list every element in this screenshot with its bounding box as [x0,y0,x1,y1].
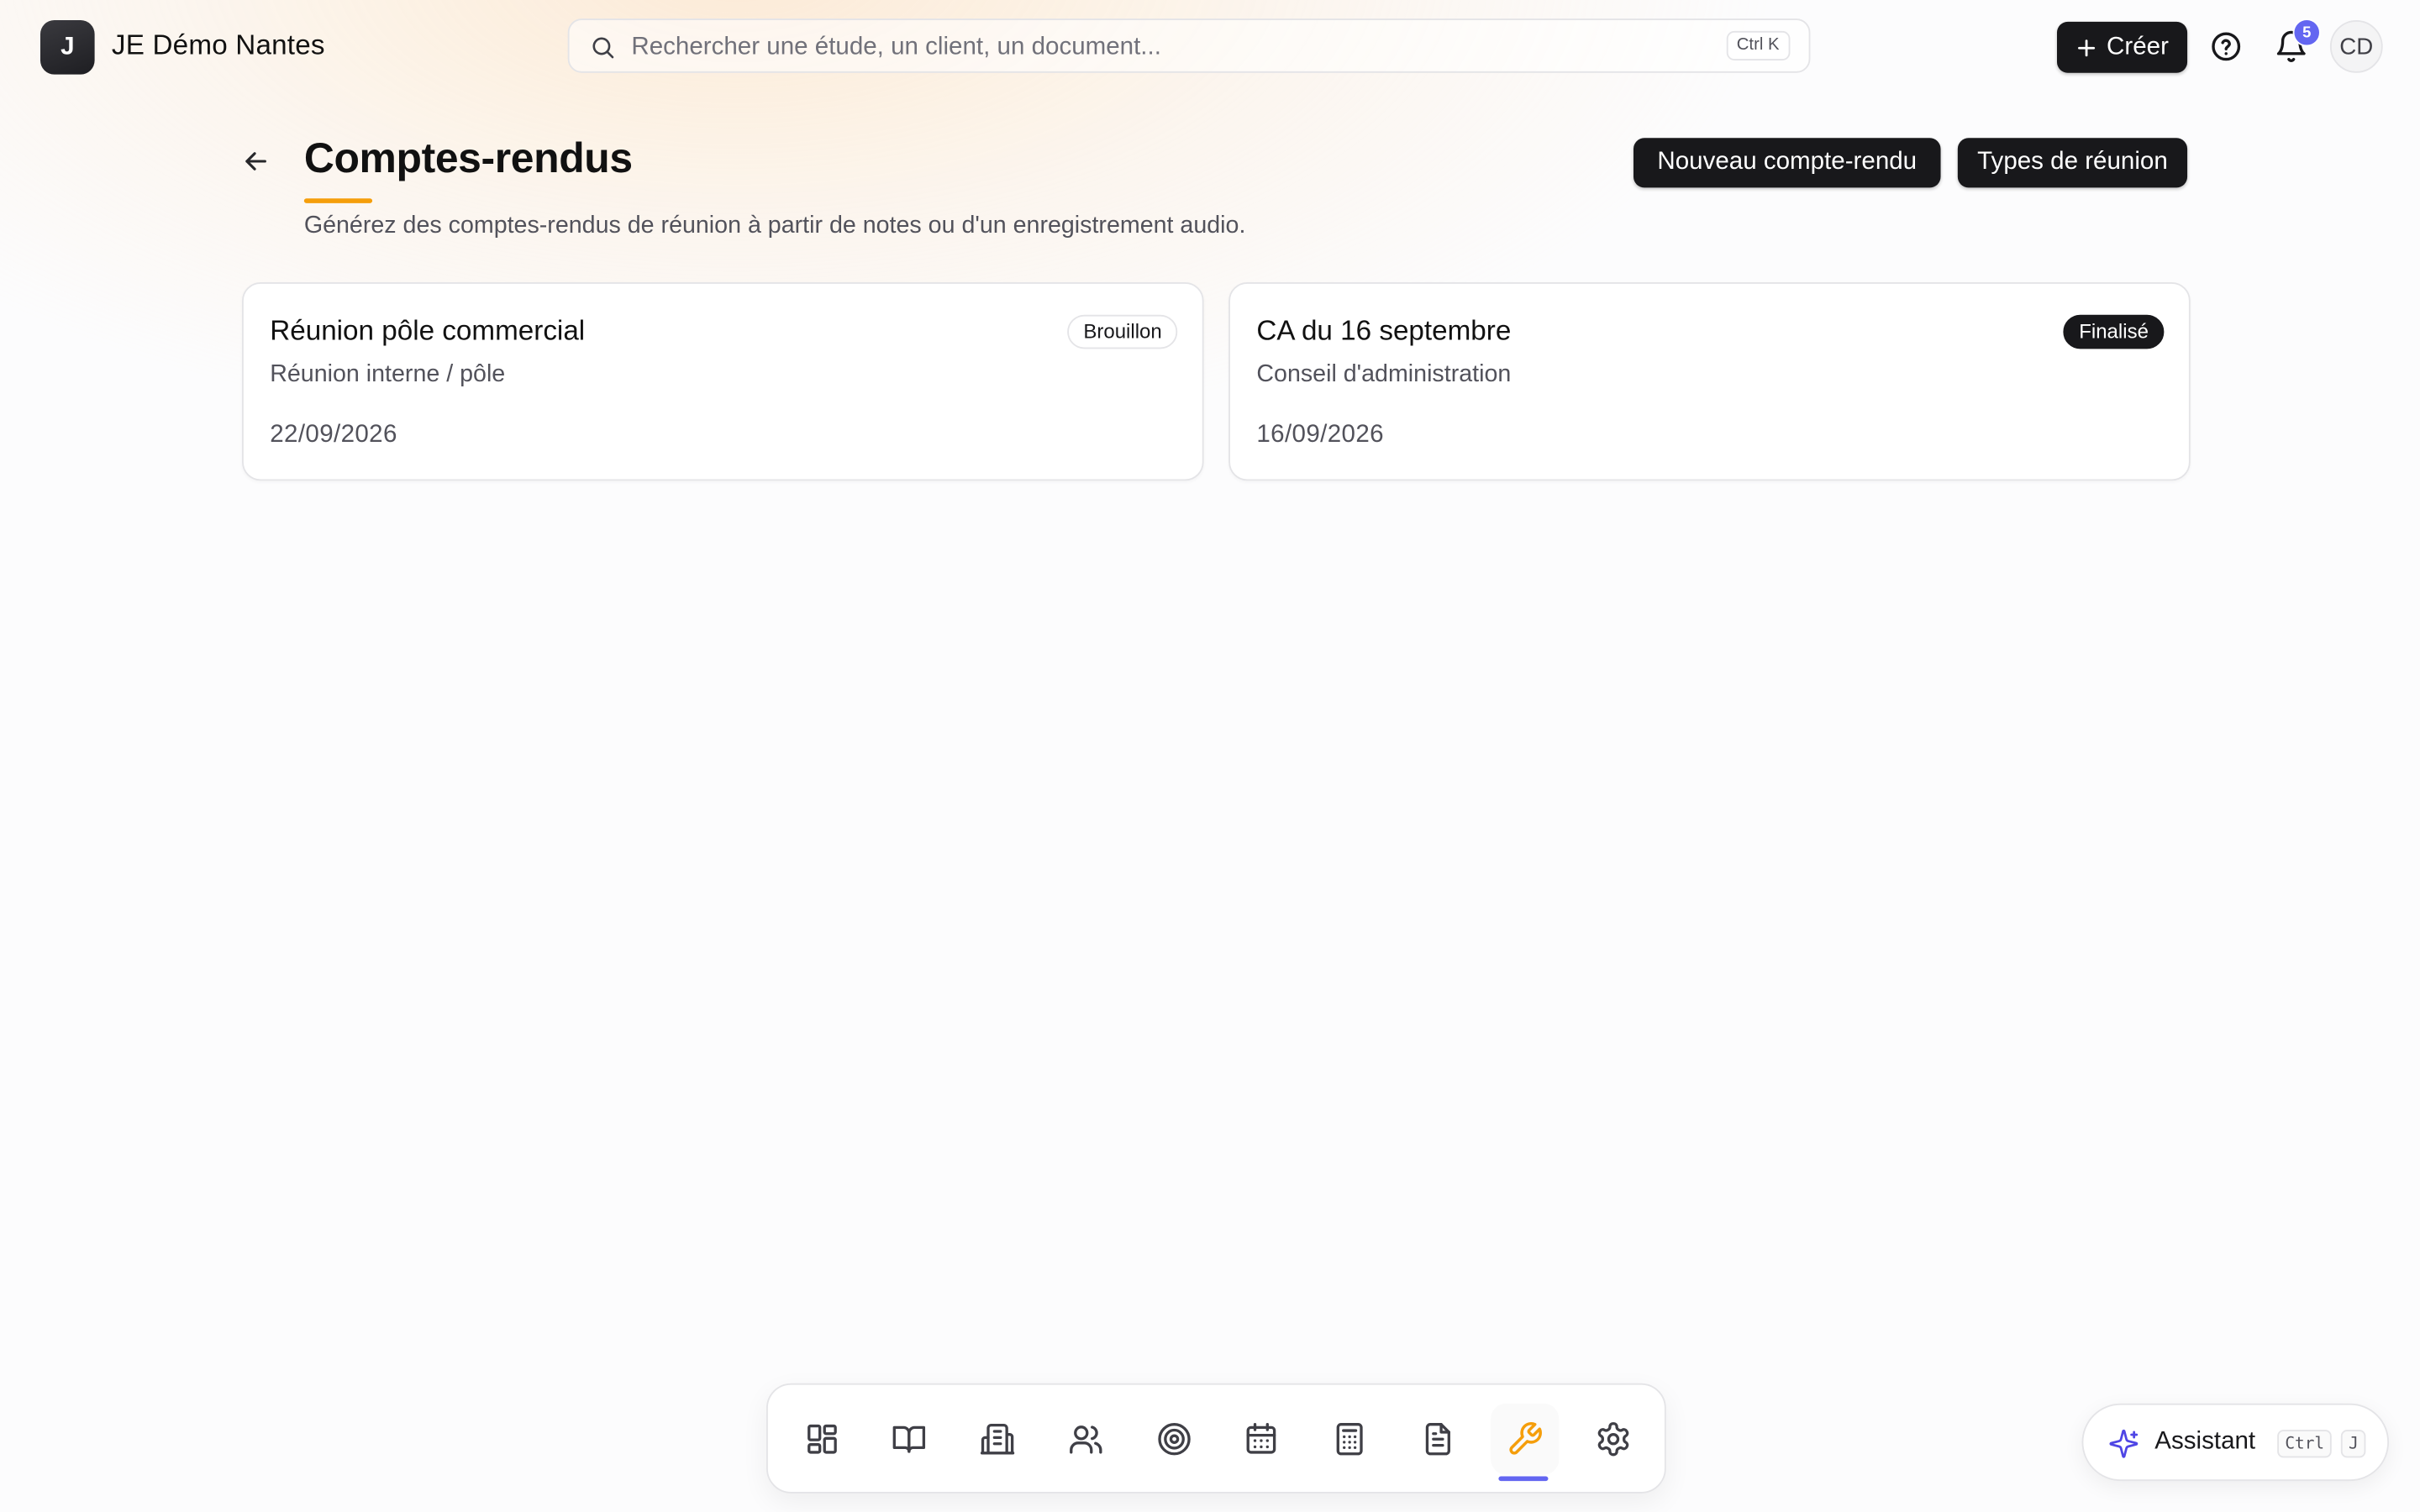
report-title: Réunion pôle commercial [270,314,586,346]
wrench-icon [1509,1422,1542,1455]
report-meeting-type: Conseil d'administration [1256,361,1512,388]
dock-item-companies[interactable] [963,1404,1031,1475]
report-title: CA du 16 septembre [1256,314,1512,346]
top-bar: J JE Démo Nantes Rechercher une étude, u… [0,0,2420,96]
dock-item-knowledge[interactable] [875,1404,943,1475]
status-badge: Finalisé [2063,314,2165,349]
assistant-label: Assistant [2154,1428,2256,1455]
create-button[interactable]: Créer [2056,21,2188,73]
dock-item-dashboard[interactable] [788,1404,856,1475]
dock-item-settings[interactable] [1579,1404,1647,1475]
gear-icon [1597,1422,1629,1457]
dock-item-finance[interactable] [1316,1404,1384,1475]
create-button-label: Créer [2107,33,2169,60]
assistant-shortcut-key: J [2340,1430,2366,1458]
report-card[interactable]: Réunion pôle commercial Réunion interne … [241,281,1204,481]
calendar-icon [1246,1423,1276,1454]
assistant-shortcut-key: Ctrl [2277,1430,2333,1458]
bottom-dock [765,1383,1666,1494]
status-badge: Brouillon [1067,314,1178,349]
avatar[interactable]: CD [2329,19,2383,73]
report-meeting-type: Réunion interne / pôle [270,361,506,388]
active-indicator [1498,1476,1549,1482]
sparkle-icon [2109,1429,2139,1458]
report-date: 16/09/2026 [1256,422,1384,449]
page-subtitle: Générez des comptes-rendus de réunion à … [303,212,1246,239]
new-report-button[interactable]: Nouveau compte-rendu [1633,138,1941,188]
report-date: 22/09/2026 [270,422,397,449]
document-icon [1425,1423,1450,1456]
notification-badge: 5 [2292,18,2321,47]
dock-item-calendar[interactable] [1227,1404,1295,1475]
search-placeholder: Rechercher une étude, un client, un docu… [631,34,1161,60]
org-logo[interactable]: J [39,19,95,75]
dock-item-tools[interactable] [1491,1403,1560,1475]
calculator-icon [1336,1423,1363,1456]
report-card[interactable]: CA du 16 septembre Conseil d'administrat… [1228,281,2191,481]
building-icon [980,1423,1015,1455]
meeting-types-button[interactable]: Types de réunion [1957,138,2188,188]
org-name[interactable]: JE Démo Nantes [112,29,325,62]
search-input[interactable]: Rechercher une étude, un client, un docu… [567,18,1811,73]
app-root: J JE Démo Nantes Rechercher une étude, u… [0,0,2420,1512]
page-title: Comptes-rendus [303,134,633,181]
back-arrow-icon[interactable] [240,146,271,177]
dock-item-people[interactable] [1052,1404,1120,1475]
assistant-button[interactable]: Assistant Ctrl J [2081,1403,2390,1482]
book-icon [892,1425,926,1453]
search-shortcut-hint: Ctrl K [1725,30,1791,60]
users-icon [1070,1425,1102,1454]
grid-icon [808,1424,837,1454]
title-underline [303,198,373,203]
dock-item-prospecting[interactable] [1140,1404,1208,1475]
search-icon [592,37,614,59]
target-icon [1158,1423,1191,1456]
dock-item-documents[interactable] [1404,1404,1472,1475]
plus-icon [2078,39,2096,56]
help-icon[interactable] [2209,29,2244,64]
